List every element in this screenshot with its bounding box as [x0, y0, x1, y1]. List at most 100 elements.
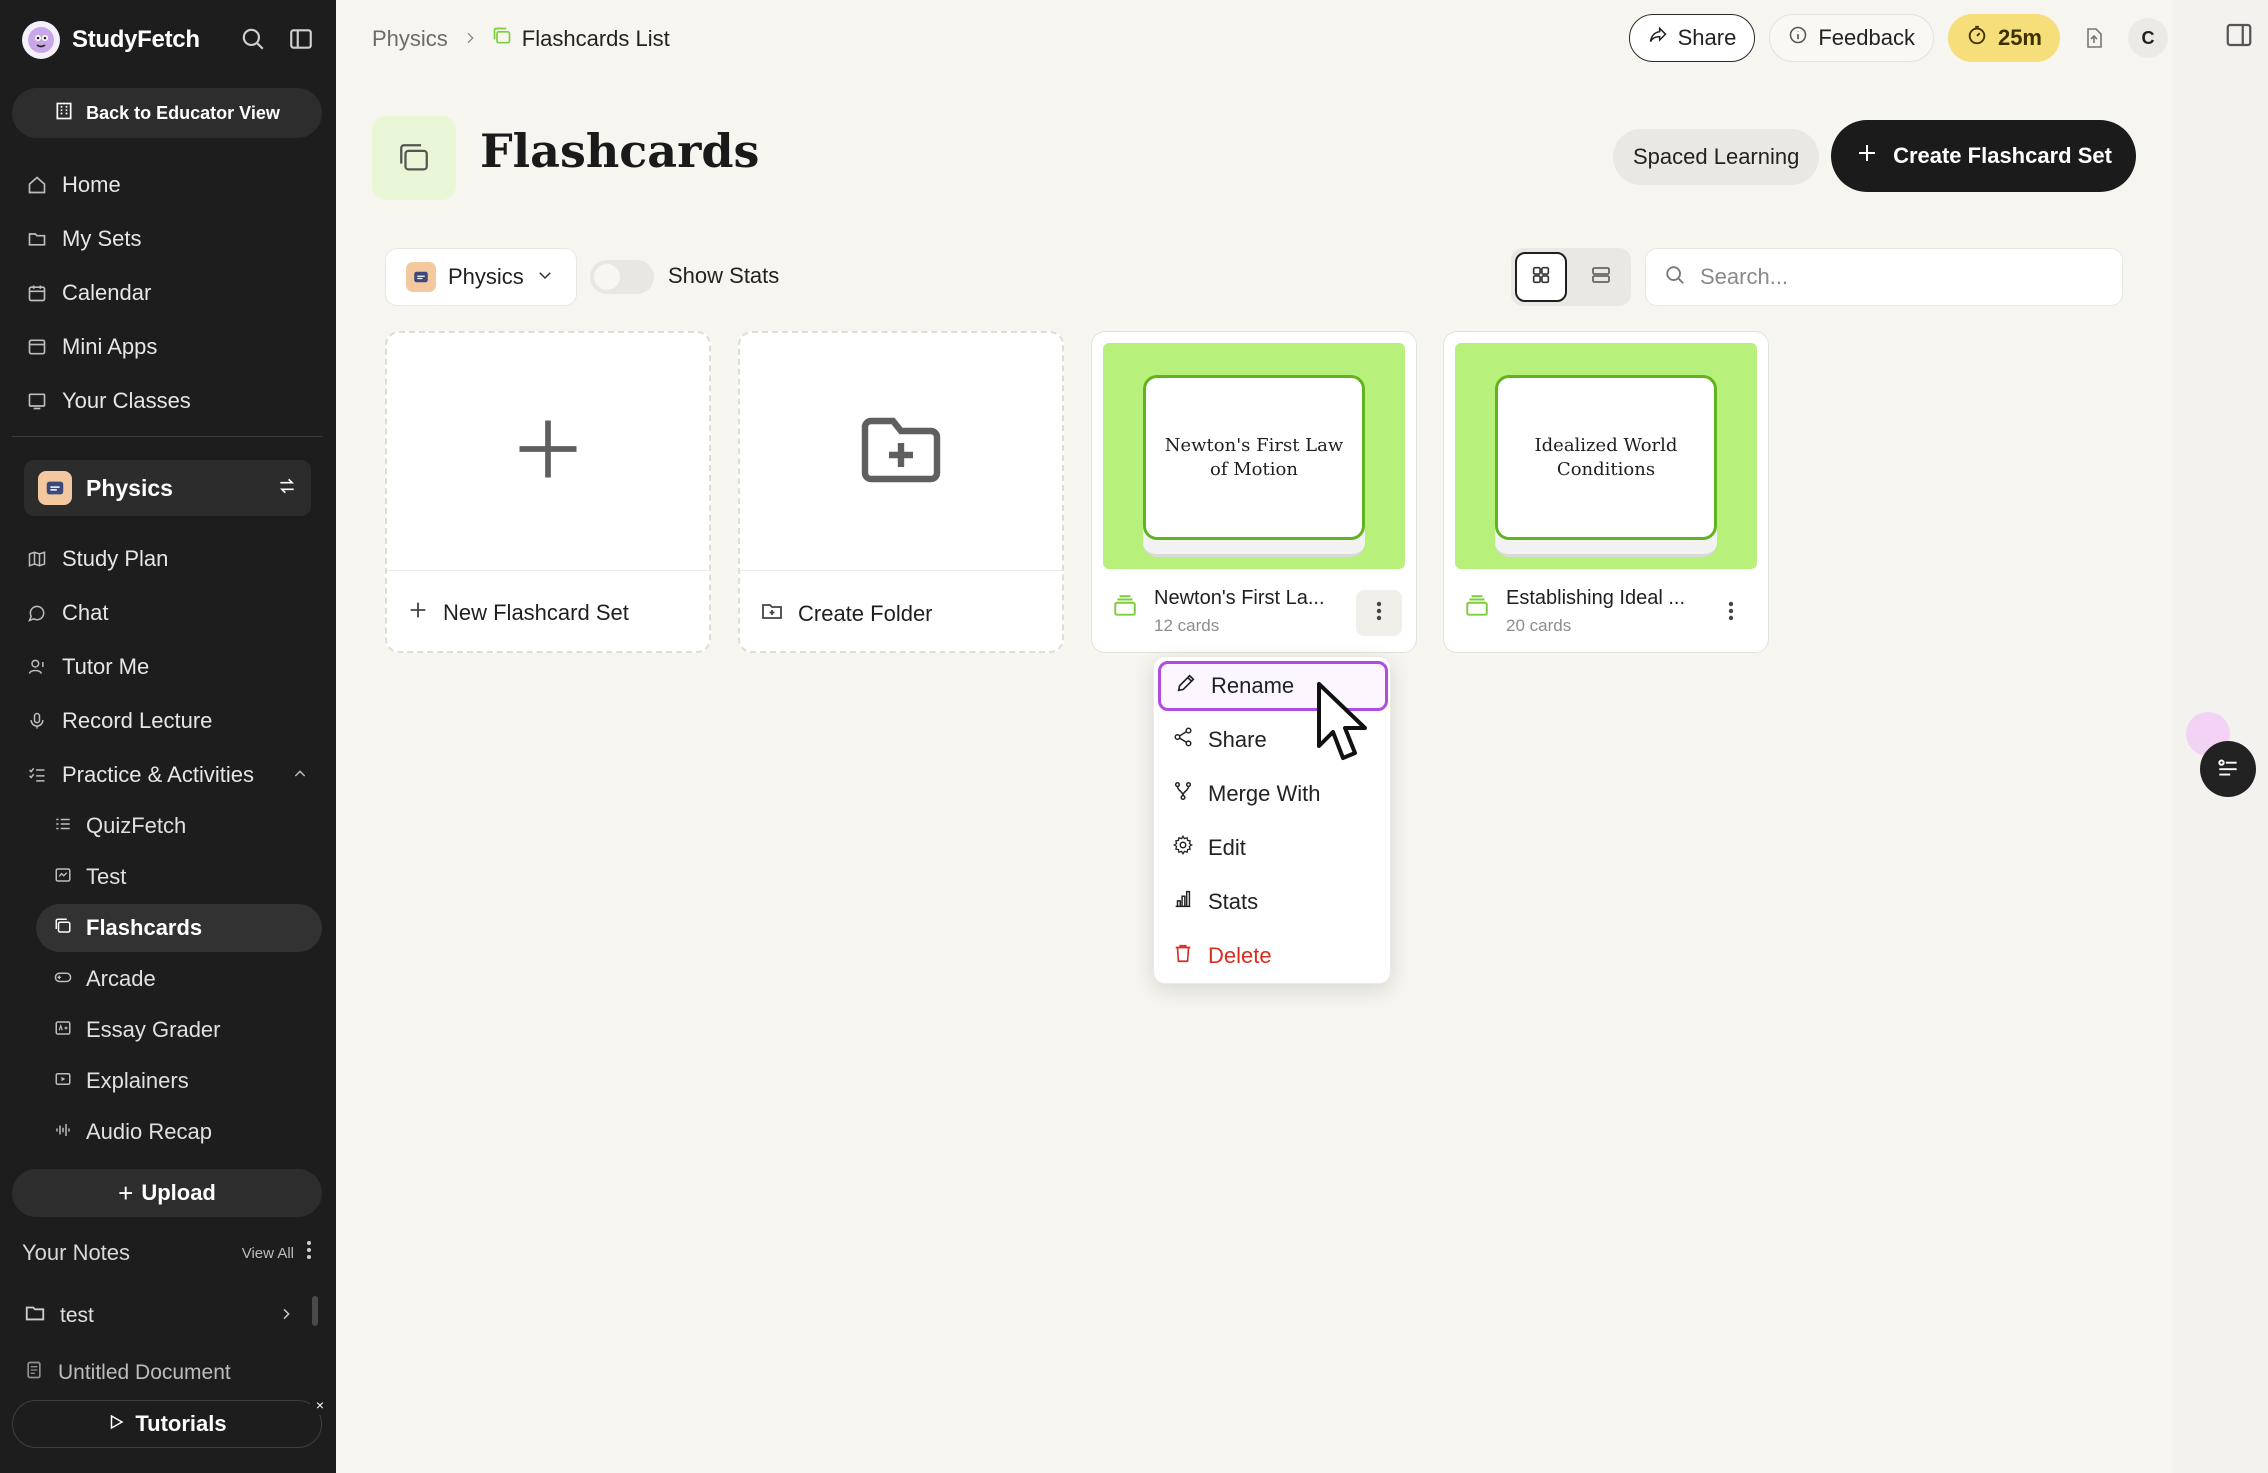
chevron-up-icon[interactable]	[292, 762, 308, 788]
assistant-button[interactable]	[2200, 741, 2256, 797]
flashcards-icon	[492, 26, 512, 52]
logo-icon	[22, 21, 60, 59]
breadcrumb-physics[interactable]: Physics	[372, 26, 448, 52]
chevron-right-icon[interactable]	[278, 1304, 294, 1328]
sidebar-item-chat[interactable]: Chat	[12, 590, 322, 636]
class-avatar	[38, 471, 72, 505]
sidebar-item-label: Test	[86, 864, 127, 889]
menu-item-edit[interactable]: Edit	[1158, 823, 1388, 873]
new-set-footer: New Flashcard Set	[407, 599, 629, 627]
create-folder-label: Create Folder	[798, 601, 933, 626]
search-icon	[1664, 264, 1686, 291]
sidebar-item-explainers[interactable]: Explainers	[36, 1057, 322, 1105]
sidebar-item-home[interactable]: Home	[12, 162, 322, 208]
sidebar-item-my-sets[interactable]: My Sets	[12, 216, 322, 262]
sidebar-item-quizfetch[interactable]: QuizFetch	[36, 802, 322, 850]
search-box	[1645, 248, 2123, 306]
close-icon[interactable]: ×	[310, 1395, 330, 1415]
folder-plus-icon	[853, 401, 949, 502]
menu-item-label: Share	[1208, 727, 1267, 752]
sidebar-item-essay-grader[interactable]: Essay Grader	[36, 1006, 322, 1054]
upload-button[interactable]: + Upload	[12, 1169, 322, 1217]
set-meta: Newton's First La... 12 cards	[1112, 587, 1325, 636]
thumbnail-card: Idealized World Conditions	[1495, 375, 1717, 540]
brand[interactable]: StudyFetch	[22, 18, 322, 62]
sidebar-item-flashcards[interactable]: Flashcards	[36, 904, 322, 952]
class-filter-dropdown[interactable]: Physics	[385, 248, 577, 306]
plus-icon	[407, 599, 429, 627]
menu-item-label: Merge With	[1208, 781, 1321, 806]
set-count: 12 cards	[1154, 616, 1220, 635]
sidebar-item-label: Home	[62, 172, 121, 197]
create-folder-card[interactable]: Create Folder	[738, 331, 1064, 653]
feedback-button[interactable]: Feedback	[1769, 14, 1934, 62]
sidebar-item-tutor-me[interactable]: Tutor Me	[12, 644, 322, 690]
new-flashcard-set-card[interactable]: New Flashcard Set	[385, 331, 711, 653]
menu-item-stats[interactable]: Stats	[1158, 877, 1388, 927]
sidebar-item-label: Arcade	[86, 966, 156, 991]
plus-icon	[510, 411, 586, 492]
back-to-educator-label: Back to Educator View	[86, 102, 280, 123]
classes-icon	[26, 390, 48, 412]
set-options-button[interactable]	[1356, 590, 1402, 636]
more-vertical-icon[interactable]	[306, 1240, 312, 1266]
menu-item-merge-with[interactable]: Merge With	[1158, 769, 1388, 819]
menu-item-delete[interactable]: Delete	[1158, 931, 1388, 981]
merge-icon	[1172, 780, 1194, 808]
note-untitled-document[interactable]: Untitled Document	[24, 1360, 294, 1386]
notes-scrollbar[interactable]	[312, 1296, 318, 1326]
sidebar-item-practice-activities[interactable]: Practice & Activities	[12, 752, 322, 798]
export-icon[interactable]	[2074, 18, 2114, 58]
sidebar-item-your-classes[interactable]: Your Classes	[12, 378, 322, 424]
list-checks-icon	[26, 764, 48, 786]
sidebar-item-label: Calendar	[62, 280, 152, 305]
timer-button[interactable]: 25m	[1947, 14, 2060, 62]
avatar[interactable]: C	[2128, 18, 2168, 58]
panel-toggle-icon[interactable]	[2224, 20, 2254, 55]
class-filter-value: Physics	[448, 264, 524, 289]
create-flashcard-set-label: Create Flashcard Set	[1893, 143, 2112, 168]
set-meta: Establishing Ideal ... 20 cards	[1464, 587, 1685, 636]
search-icon[interactable]	[240, 26, 266, 57]
list-view-button[interactable]	[1575, 252, 1627, 302]
sidebar-item-audio-recap[interactable]: Audio Recap	[36, 1108, 322, 1156]
grader-icon	[54, 1017, 72, 1043]
search-input[interactable]	[1700, 264, 2100, 290]
sidebar-item-record-lecture[interactable]: Record Lecture	[12, 698, 322, 744]
class-avatar	[406, 262, 436, 292]
flashcard-set-card[interactable]: Idealized World Conditions Establishing …	[1443, 331, 1769, 653]
sidebar-item-study-plan[interactable]: Study Plan	[12, 536, 322, 582]
menu-item-label: Stats	[1208, 889, 1259, 914]
chat-icon	[26, 602, 48, 624]
back-to-educator-button[interactable]: Back to Educator View	[12, 88, 322, 138]
flashcard-set-card[interactable]: Newton's First Law of Motion Newton's Fi…	[1091, 331, 1417, 653]
sidebar-item-calendar[interactable]: Calendar	[12, 270, 322, 316]
sidebar-item-arcade[interactable]: Arcade	[36, 955, 322, 1003]
view-all-link[interactable]: View All	[242, 1245, 294, 1262]
topbar-actions: Share Feedback 25m C	[1628, 14, 2168, 62]
sidebar-collapse-icon[interactable]	[288, 26, 314, 57]
share-button[interactable]: Share	[1628, 14, 1756, 62]
plus-icon: +	[118, 1177, 134, 1208]
stack-icon	[1112, 593, 1138, 624]
test-icon	[54, 864, 72, 890]
sidebar-item-test[interactable]: Test	[36, 853, 322, 901]
document-icon	[24, 1360, 44, 1386]
show-stats-label: Show Stats	[668, 263, 780, 288]
grid-view-button[interactable]	[1515, 252, 1567, 302]
set-options-button[interactable]	[1708, 590, 1754, 636]
note-folder-test[interactable]: test	[24, 1302, 294, 1330]
swap-icon[interactable]	[277, 475, 297, 502]
share-nodes-icon	[1172, 726, 1194, 754]
stopwatch-icon	[1966, 24, 1988, 52]
chevron-down-icon	[536, 264, 554, 290]
sidebar-item-label: Chat	[62, 600, 109, 625]
tutorials-button[interactable]: Tutorials	[12, 1400, 322, 1448]
class-selector[interactable]: Physics	[24, 460, 311, 516]
create-folder-footer: Create Folder	[760, 599, 933, 629]
spaced-learning-button[interactable]: Spaced Learning	[1613, 129, 1820, 185]
sidebar-item-mini-apps[interactable]: Mini Apps	[12, 324, 322, 370]
show-stats-toggle[interactable]	[590, 260, 654, 294]
create-flashcard-set-button[interactable]: Create Flashcard Set	[1831, 120, 2136, 192]
video-icon	[54, 1068, 72, 1094]
